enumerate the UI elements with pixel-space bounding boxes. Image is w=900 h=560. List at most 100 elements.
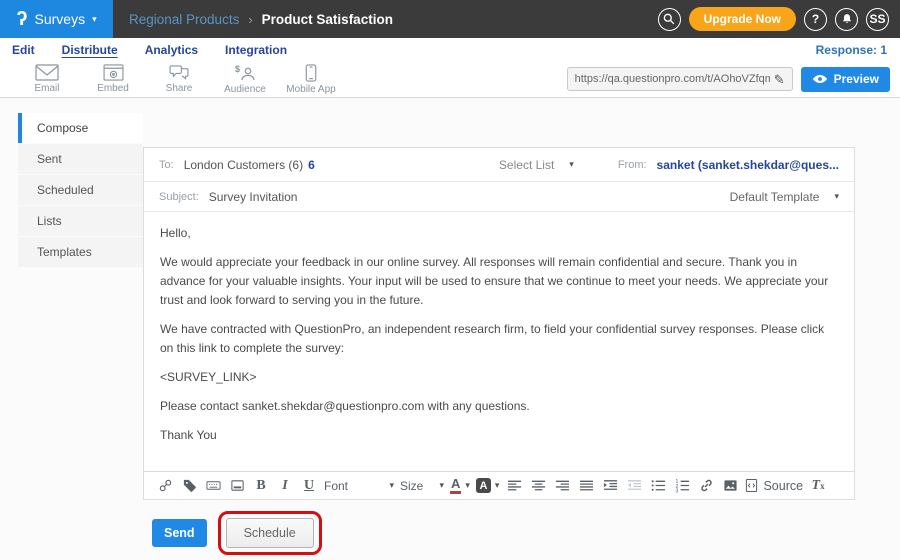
template-dropdown[interactable]: Default Template ▾ [730,190,839,204]
edit-url-icon[interactable]: ✎ [774,73,785,86]
upgrade-now-button[interactable]: Upgrade Now [689,7,796,31]
chevron-down-icon: ▾ [495,480,500,491]
chevron-down-icon: ▾ [389,480,394,491]
source-button[interactable]: Source [745,478,803,493]
distribute-channel-embed[interactable]: Embed [80,64,146,94]
distribute-channel-mobile[interactable]: Mobile App [278,64,344,95]
breadcrumb: Regional Products › Product Satisfaction [129,12,393,27]
subject-row: Subject: Survey Invitation Default Templ… [144,182,854,212]
numbered-list-button[interactable]: 123 [673,476,691,496]
audience-icon: $ [234,64,256,82]
subject-input[interactable]: Survey Invitation [209,190,298,204]
remove-format-glyph: T [812,478,821,494]
share-label: Share [166,83,193,94]
tab-edit[interactable]: Edit [12,43,35,57]
surveys-menu-label: Surveys [35,11,86,27]
distribute-content: Compose Sent Scheduled Lists Templates T… [0,98,900,560]
sidebar-item-compose[interactable]: Compose [18,113,143,143]
distribute-channel-email[interactable]: Email [14,64,80,94]
compose-actions: Send Schedule [152,518,314,548]
from-group: From: sanket (sanket.shekdar@ques... [618,158,839,172]
svg-text:$: $ [235,64,240,74]
svg-text:3: 3 [675,489,678,493]
sidebar-item-scheduled[interactable]: Scheduled [18,175,143,205]
preview-label: Preview [834,72,879,86]
keyboard-icon [206,478,221,493]
indent-decrease-button [625,476,643,496]
to-label: To: [159,159,174,171]
tag-icon [182,478,197,493]
chevron-down-icon: ▾ [465,480,470,491]
background-color-dropdown[interactable]: A ▾ [476,478,500,493]
button-widget-icon [230,478,245,493]
image-icon [723,478,738,493]
merge-tag-button[interactable] [180,476,198,496]
align-center-icon [531,478,546,493]
response-count[interactable]: Response: 1 [816,43,887,57]
breadcrumb-folder-link[interactable]: Regional Products [129,12,239,27]
tab-analytics[interactable]: Analytics [145,43,198,57]
indent-increase-button[interactable] [601,476,619,496]
notifications-button[interactable] [835,8,858,31]
avatar[interactable]: SS [866,8,889,31]
align-center-button[interactable] [529,476,547,496]
body-paragraph: Thank You [160,426,838,445]
tab-integration[interactable]: Integration [225,43,287,57]
source-document-icon [745,478,758,493]
embed-label: Embed [97,83,129,94]
text-color-dropdown[interactable]: A ▾ [450,477,470,494]
distribute-channel-audience[interactable]: $ Audience [212,64,278,95]
remove-format-button[interactable]: Tx [809,476,827,496]
schedule-button[interactable]: Schedule [226,518,314,548]
bulleted-list-button[interactable] [649,476,667,496]
breadcrumb-survey-title: Product Satisfaction [262,12,393,27]
distribute-channel-share[interactable]: Share [146,64,212,94]
help-button[interactable]: ? [804,8,827,31]
indent-increase-icon [603,478,618,493]
insert-link-button[interactable] [697,476,715,496]
size-dropdown-label: Size [400,479,423,493]
send-button[interactable]: Send [152,519,207,547]
email-body-editor[interactable]: Hello, We would appreciate your feedback… [144,212,854,471]
questionpro-logo-icon: ʔ [16,9,27,29]
body-paragraph: <SURVEY_LINK> [160,368,838,387]
body-paragraph: We have contracted with QuestionPro, an … [160,320,838,358]
chevron-down-icon: ▾ [569,159,574,170]
preview-button[interactable]: Preview [801,67,890,92]
select-list-dropdown[interactable]: Select List ▾ [499,158,574,172]
sidebar-item-templates[interactable]: Templates [18,237,143,267]
italic-button[interactable]: I [276,476,294,496]
survey-url-field[interactable]: https://qa.questionpro.com/t/AOhoVZfqml … [567,67,793,91]
bell-icon [841,13,853,25]
template-selected-value: Default Template [730,190,820,204]
align-left-button[interactable] [505,476,523,496]
tab-distribute[interactable]: Distribute [62,43,118,57]
email-icon [35,64,59,81]
search-icon [663,13,675,25]
insert-button-widget-button[interactable] [228,476,246,496]
sidebar-item-sent[interactable]: Sent [18,144,143,174]
bulleted-list-icon [651,478,666,493]
schedule-wrap: Schedule [226,518,314,548]
insert-survey-link-button[interactable] [156,476,174,496]
font-dropdown[interactable]: Font ▾ [324,479,394,493]
chevron-down-icon: ▾ [834,191,839,202]
bold-button[interactable]: B [252,476,270,496]
insert-keyboard-button[interactable] [204,476,222,496]
size-dropdown[interactable]: Size ▾ [400,479,444,493]
header-actions: Upgrade Now ? SS [658,7,900,31]
from-label: From: [618,159,647,171]
recipient-count: 6 [308,158,315,172]
justify-button[interactable] [577,476,595,496]
audience-label: Audience [224,84,266,95]
sidebar-item-lists[interactable]: Lists [18,206,143,236]
search-button[interactable] [658,8,681,31]
align-right-icon [555,478,570,493]
top-header: ʔ Surveys ▾ Regional Products › Product … [0,0,900,38]
insert-image-button[interactable] [721,476,739,496]
survey-url-text: https://qa.questionpro.com/t/AOhoVZfqml [575,73,770,85]
surveys-menu[interactable]: ʔ Surveys ▾ [0,0,113,38]
from-sender-dropdown[interactable]: sanket (sanket.shekdar@ques... [657,158,839,172]
align-right-button[interactable] [553,476,571,496]
underline-button[interactable]: U [300,476,318,496]
